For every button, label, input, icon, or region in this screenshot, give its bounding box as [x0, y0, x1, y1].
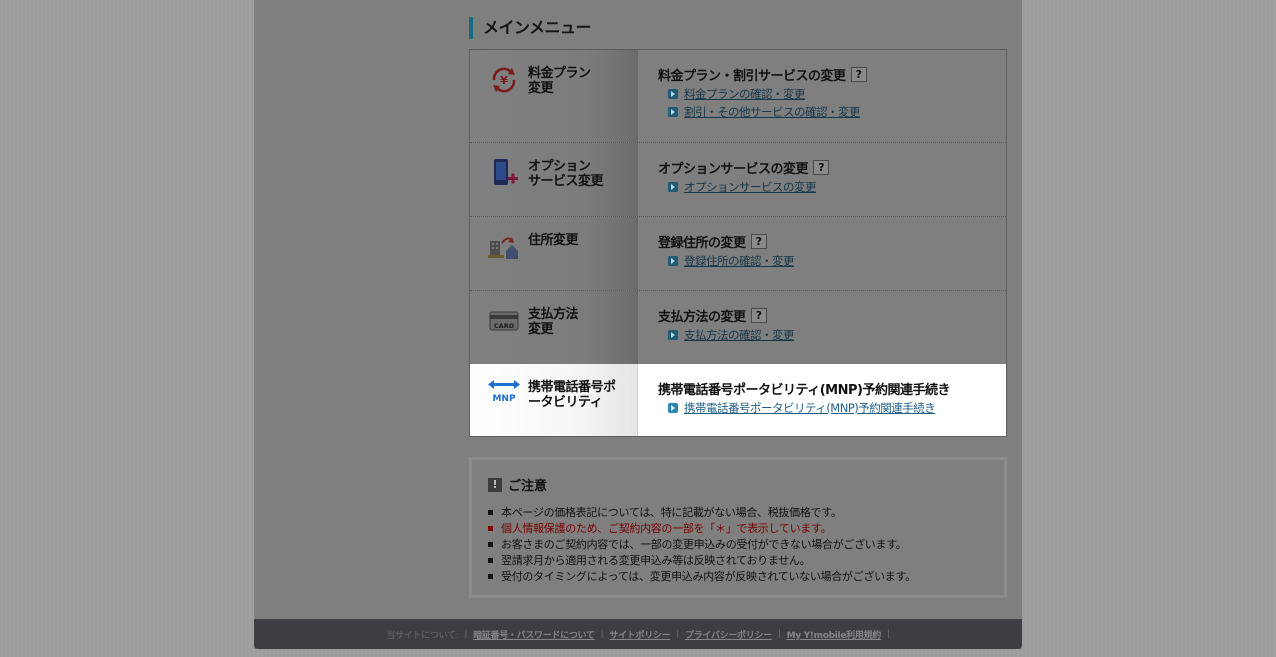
footer-link-terms[interactable]: My Y!mobile利用規約: [787, 628, 882, 641]
menu-name-option: オプション サービス変更: [528, 159, 604, 189]
menu-name-payment: 支払方法 変更: [528, 307, 579, 337]
list-item: 携帯電話番号ポータビリティ(MNP)予約関連手続き: [668, 399, 936, 417]
menu-row-address: 住所変更 登録住所の変更 ? 登録住所の確認・変更: [470, 216, 1006, 290]
footer-link-site-policy[interactable]: サイトポリシー: [609, 628, 670, 641]
menu-cell-plan[interactable]: ¥ 料金プラン 変更: [470, 50, 638, 142]
footer-separator: |: [886, 629, 890, 639]
bullet-icon: [488, 509, 493, 515]
main-menu-table: ¥ 料金プラン 変更 料金プラン・割引サービスの変更 ? 料金プランの確認・変更 …: [469, 49, 1007, 437]
yen-change-icon: ¥: [492, 67, 516, 93]
footer-separator: |: [600, 629, 604, 639]
arrow-right-icon: [668, 182, 678, 192]
bullet-icon: [488, 541, 493, 547]
menu-heading-option: オプションサービスの変更 ?: [658, 158, 830, 177]
bullet-icon: [488, 573, 493, 579]
footer: 当サイトについて: | 暗証番号・パスワードについて | サイトポリシー | プ…: [254, 619, 1022, 649]
help-icon[interactable]: ?: [813, 160, 830, 175]
menu-detail-plan: 料金プラン・割引サービスの変更 ? 料金プランの確認・変更 割引・その他サービス…: [638, 50, 1006, 142]
help-icon[interactable]: ?: [750, 234, 767, 249]
menu-row-payment: CARD 支払方法 変更 支払方法の変更 ? 支払方法の確認・変更: [470, 290, 1006, 364]
list-item: 登録住所の確認・変更: [668, 252, 795, 270]
footer-separator: |: [464, 629, 468, 639]
phone-plus-icon: [494, 159, 518, 185]
link-discount-confirm[interactable]: 割引・その他サービスの確認・変更: [684, 104, 861, 120]
notice-title: ! ご注意: [488, 475, 547, 494]
menu-detail-mnp: 携帯電話番号ポータビリティ(MNP)予約関連手続き 携帯電話番号ポータビリティ(…: [638, 364, 1006, 436]
menu-detail-payment: 支払方法の変更 ? 支払方法の確認・変更: [638, 291, 1006, 364]
menu-cell-option[interactable]: オプション サービス変更: [470, 143, 638, 216]
arrow-right-icon: [668, 403, 678, 413]
menu-name-address: 住所変更: [528, 233, 579, 248]
footer-separator: |: [777, 629, 781, 639]
list-item: 個人情報保護のため、ご契約内容の一部を「＊」で表示しています。: [488, 520, 916, 536]
arrow-right-icon: [668, 107, 678, 117]
footer-link-privacy[interactable]: プライバシーポリシー: [685, 628, 772, 641]
menu-cell-payment[interactable]: CARD 支払方法 変更: [470, 291, 638, 364]
menu-heading-address: 登録住所の変更 ?: [658, 232, 767, 251]
menu-detail-address: 登録住所の変更 ? 登録住所の確認・変更: [638, 217, 1006, 290]
link-list: 登録住所の確認・変更: [668, 252, 795, 270]
card-icon: CARD: [489, 311, 519, 331]
menu-heading-plan: 料金プラン・割引サービスの変更 ?: [658, 65, 867, 84]
menu-row-mnp: MNP 携帯電話番号ポ ータビリティ 携帯電話番号ポータビリティ(MNP)予約関連…: [470, 364, 1006, 436]
link-plan-confirm[interactable]: 料金プランの確認・変更: [684, 86, 806, 102]
notice-box: ! ご注意 本ページの価格表記については、特に記載がない場合、税抜価格です。 個…: [469, 457, 1007, 598]
link-option-change[interactable]: オプションサービスの変更: [684, 179, 817, 195]
link-list: 支払方法の確認・変更: [668, 326, 795, 344]
menu-heading-payment: 支払方法の変更 ?: [658, 306, 767, 325]
footer-separator: |: [676, 629, 680, 639]
svg-text:MNP: MNP: [492, 394, 515, 404]
list-item: 支払方法の確認・変更: [668, 326, 795, 344]
section-title: メインメニュー: [469, 17, 592, 39]
link-address-confirm[interactable]: 登録住所の確認・変更: [684, 253, 795, 269]
notice-list: 本ページの価格表記については、特に記載がない場合、税抜価格です。 個人情報保護の…: [488, 504, 916, 584]
list-item: オプションサービスの変更: [668, 178, 817, 196]
bullet-icon: [488, 525, 493, 531]
menu-cell-address[interactable]: 住所変更: [470, 217, 638, 290]
mnp-icon: MNP: [488, 380, 520, 404]
list-item: 翌請求月から適用される変更申込み等は反映されておりません。: [488, 552, 916, 568]
bullet-icon: [488, 557, 493, 563]
link-list: 携帯電話番号ポータビリティ(MNP)予約関連手続き: [668, 399, 936, 417]
menu-name-mnp: 携帯電話番号ポ ータビリティ: [528, 380, 616, 410]
list-item: 本ページの価格表記については、特に記載がない場合、税抜価格です。: [488, 504, 916, 520]
arrow-right-icon: [668, 256, 678, 266]
help-icon[interactable]: ?: [850, 67, 867, 82]
house-move-icon: [488, 237, 518, 259]
link-payment-confirm[interactable]: 支払方法の確認・変更: [684, 327, 795, 343]
link-list: 料金プランの確認・変更 割引・その他サービスの確認・変更: [668, 85, 861, 121]
list-item: 受付のタイミングによっては、変更申込み内容が反映されていない場合がございます。: [488, 568, 916, 584]
arrow-right-icon: [668, 89, 678, 99]
link-list: オプションサービスの変更: [668, 178, 817, 196]
arrow-right-icon: [668, 330, 678, 340]
footer-label: 当サイトについて:: [386, 630, 459, 641]
svg-text:CARD: CARD: [494, 322, 515, 330]
menu-detail-option: オプションサービスの変更 ? オプションサービスの変更: [638, 143, 1006, 216]
list-item: 料金プランの確認・変更: [668, 85, 860, 103]
exclamation-icon: !: [488, 477, 502, 492]
menu-row-plan: ¥ 料金プラン 変更 料金プラン・割引サービスの変更 ? 料金プランの確認・変更 …: [470, 50, 1006, 142]
menu-cell-mnp[interactable]: MNP 携帯電話番号ポ ータビリティ: [470, 364, 638, 436]
list-item: お客さまのご契約内容では、一部の変更申込みの受付ができない場合がございます。: [488, 536, 916, 552]
menu-name-plan: 料金プラン 変更: [528, 66, 591, 96]
footer-link-pin[interactable]: 暗証番号・パスワードについて: [473, 628, 595, 641]
svg-text:¥: ¥: [500, 74, 508, 87]
menu-heading-mnp: 携帯電話番号ポータビリティ(MNP)予約関連手続き: [658, 383, 950, 398]
help-icon[interactable]: ?: [750, 308, 767, 323]
link-mnp[interactable]: 携帯電話番号ポータビリティ(MNP)予約関連手続き: [684, 400, 936, 416]
list-item: 割引・その他サービスの確認・変更: [668, 103, 861, 121]
menu-row-option: オプション サービス変更 オプションサービスの変更 ? オプションサービスの変更: [470, 142, 1006, 216]
